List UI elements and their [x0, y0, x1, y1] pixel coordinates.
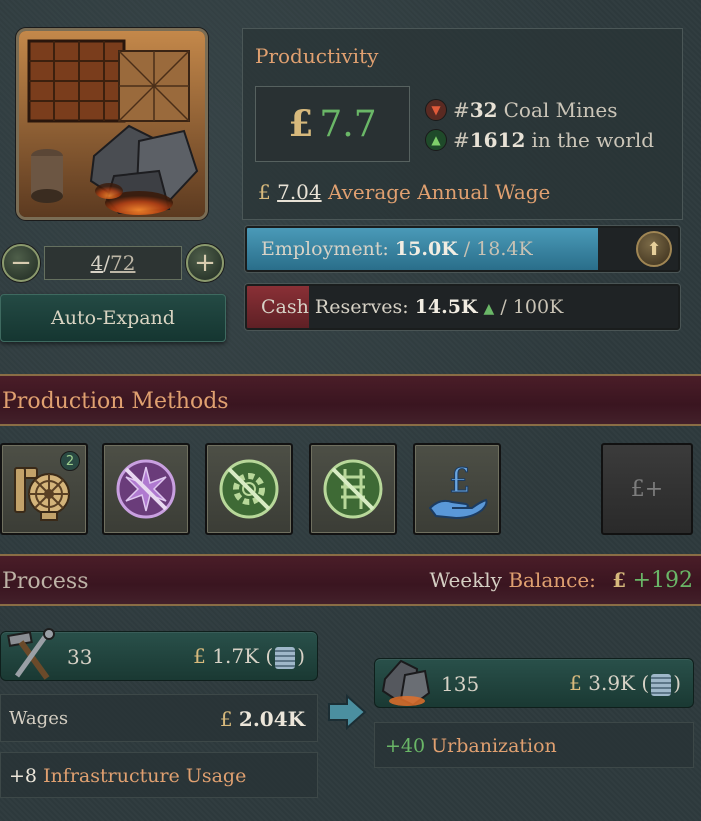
pound-icon: £	[569, 671, 582, 695]
cash-max: / 100K	[500, 296, 564, 318]
add-production-method-button[interactable]: £+	[601, 443, 693, 535]
coins-icon	[651, 673, 672, 696]
industry-rank: ▼ #32 Coal Mines	[425, 98, 618, 122]
world-rank: ▲ #1612 in the world	[425, 128, 654, 152]
coal-icon	[381, 659, 431, 707]
rank-world-label: in the world	[531, 128, 655, 152]
hire-workers-icon[interactable]: ⬆	[636, 231, 672, 267]
wages-amount: £ 2.04K	[220, 707, 305, 731]
pm-ownership-tile[interactable]: £	[413, 443, 501, 535]
cash-current: 14.5K	[414, 296, 478, 318]
cash-up-icon: ▲	[483, 301, 495, 317]
output-qty: 135	[441, 672, 480, 696]
arrow-right-icon	[328, 694, 367, 730]
no-automation-icon	[219, 459, 279, 519]
output-value: £ 3.9K ()	[569, 671, 681, 696]
tools-icon	[7, 628, 55, 680]
infrastructure-row: +8 Infrastructure Usage	[0, 752, 318, 798]
decrease-level-button[interactable]: −	[2, 244, 40, 282]
urbanization-row: +40 Urbanization	[374, 722, 694, 768]
employment-max: / 18.4K	[463, 238, 533, 260]
infra-label: Infrastructure Usage	[43, 765, 247, 787]
production-methods-title: Production Methods	[2, 389, 229, 414]
no-railway-icon	[323, 459, 383, 519]
pm-no-automation-tile[interactable]	[205, 443, 293, 535]
rank-down-icon: ▼	[425, 99, 447, 121]
wages-value: 2.04K	[238, 707, 305, 731]
level-separator: /	[103, 251, 111, 275]
urban-label: Urbanization	[431, 735, 557, 757]
balance-value: +192	[632, 568, 693, 593]
productivity-value: 7.7	[319, 103, 377, 145]
average-wage: £ 7.04 Average Annual Wage	[258, 180, 550, 204]
pound-icon: £	[258, 180, 271, 204]
rank-world-prefix: #	[453, 128, 470, 152]
pound-icon: £	[612, 568, 627, 592]
pound-icon: £	[219, 707, 233, 731]
level-current: 4	[90, 251, 104, 275]
employment-label: Employment:	[261, 238, 389, 260]
cash-label: Cash Reserves:	[261, 296, 409, 318]
pound-icon: £	[193, 644, 206, 668]
weekly-balance: Weekly Balance: £ +192	[430, 568, 693, 593]
employment-current: 15.0K	[394, 238, 458, 260]
urban-value: +40	[385, 735, 426, 757]
wage-label: Average Annual Wage	[327, 180, 551, 204]
process-header: Process Weekly Balance: £ +192	[0, 554, 701, 606]
employment-text: Employment: 15.0K / 18.4K	[261, 238, 533, 260]
employment-bar[interactable]: Employment: 15.0K / 18.4K ⬆	[245, 226, 680, 272]
svg-text:£: £	[449, 461, 471, 501]
pm-no-explosives-tile[interactable]	[102, 443, 190, 535]
input-cost-value: 1.7K	[212, 644, 260, 668]
increase-level-button[interactable]: +	[186, 244, 224, 282]
privately-owned-icon: £	[428, 461, 488, 520]
wage-value: 7.04	[277, 180, 322, 204]
wages-label: Wages	[9, 708, 69, 729]
infrastructure-usage: +8 Infrastructure Usage	[9, 765, 246, 787]
infra-value: +8	[9, 765, 38, 787]
rank-industry-prefix: #	[453, 98, 470, 122]
add-pm-label: £+	[630, 476, 664, 502]
input-qty: 33	[67, 645, 93, 669]
input-cost: £ 1.7K ()	[193, 644, 305, 669]
no-explosives-icon	[116, 459, 176, 519]
cash-text: Cash Reserves: 14.5K ▲ / 100K	[261, 296, 563, 318]
output-goods-row[interactable]: 135 £ 3.9K ()	[374, 658, 694, 708]
rank-up-icon: ▲	[425, 129, 447, 151]
level-max: 72	[110, 251, 136, 275]
coins-icon	[275, 646, 296, 669]
productivity-title: Productivity	[255, 44, 379, 68]
cash-reserves-bar[interactable]: Cash Reserves: 14.5K ▲ / 100K	[245, 284, 680, 330]
output-value-amount: 3.9K	[588, 671, 636, 695]
input-goods-row[interactable]: 33 £ 1.7K ()	[0, 628, 318, 681]
balance-word-weekly: Weekly	[429, 568, 502, 592]
auto-expand-button[interactable]: Auto-Expand	[0, 294, 226, 342]
building-image	[16, 28, 208, 220]
rank-industry-value: 32	[469, 98, 498, 122]
rank-industry-label: Coal Mines	[503, 98, 618, 122]
urbanization: +40 Urbanization	[385, 735, 557, 757]
pm-count-badge: 2	[60, 451, 80, 471]
balance-word-balance: Balance:	[508, 568, 596, 592]
building-level: 4 / 72	[44, 246, 182, 280]
rank-world-value: 1612	[469, 128, 526, 152]
process-title: Process	[2, 569, 89, 594]
pm-no-rail-tile[interactable]	[309, 443, 397, 535]
pm-pumps-tile[interactable]: 2	[0, 443, 88, 535]
pound-icon: £	[288, 103, 314, 145]
wages-row: Wages £ 2.04K	[0, 694, 318, 742]
productivity-value-box: £ 7.7	[255, 86, 410, 162]
production-methods-header: Production Methods	[0, 374, 701, 426]
